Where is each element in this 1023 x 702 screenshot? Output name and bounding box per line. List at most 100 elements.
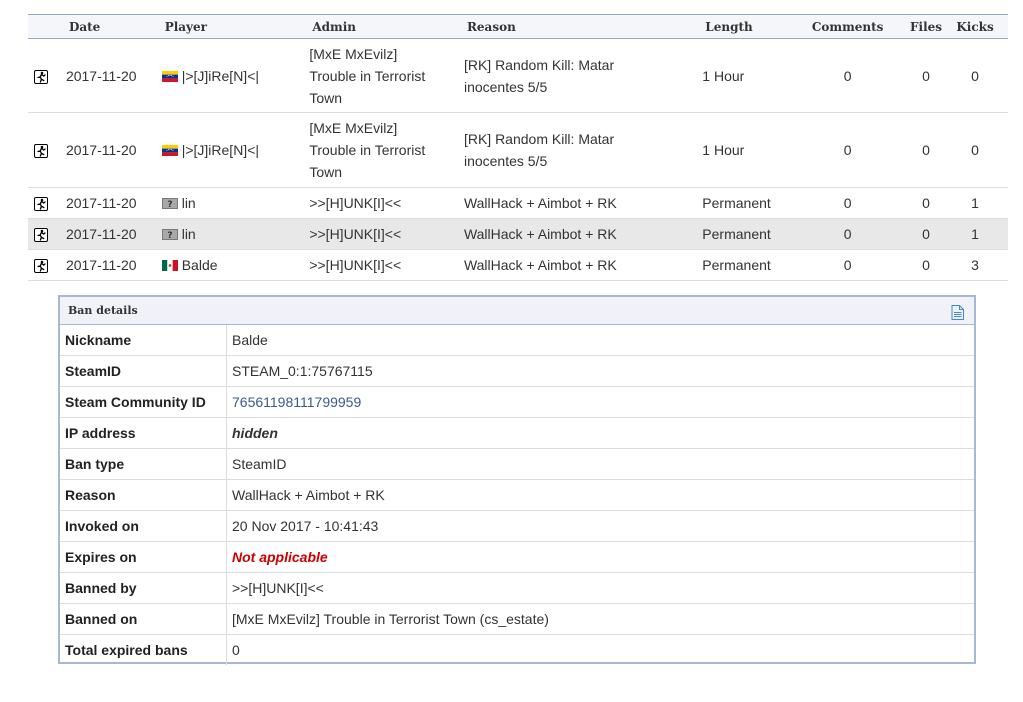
ban-date: 2017-11-20 bbox=[62, 218, 162, 250]
player-cell: Balde bbox=[161, 249, 310, 281]
detail-row-reason: Reason WallHack + Aimbot + RK bbox=[60, 479, 974, 511]
player-name: lin bbox=[181, 195, 196, 211]
detail-row-banned-by: Banned by >>[H]UNK[I]<< bbox=[60, 572, 974, 604]
detail-label: SteamID bbox=[60, 355, 227, 387]
ban-row[interactable]: 2017-11-20? lin >>[H]UNK[I]<< WallHack + Ai… bbox=[28, 218, 1008, 250]
admin: [MxE MxEvilz] Trouble in Terrorist Town bbox=[309, 38, 464, 113]
detail-label: Banned on bbox=[60, 603, 227, 635]
reason: [RK] Random Kill: Matar inocentes 5/5 bbox=[463, 112, 694, 188]
country-flag-icon bbox=[161, 66, 178, 82]
detail-value-expires: Not applicable bbox=[232, 549, 328, 565]
admin: >>[H]UNK[I]<< bbox=[309, 218, 464, 250]
steam-community-link[interactable]: 76561198111799959 bbox=[232, 394, 361, 410]
ban-length: Permanent bbox=[693, 187, 786, 219]
detail-value-expired-bans: 0 bbox=[232, 642, 240, 658]
ban-length: 1 Hour bbox=[693, 112, 786, 188]
admin-line: Town bbox=[309, 89, 343, 106]
ban-row[interactable]: 2017-11-20? lin >>[H]UNK[I]<< WallHack + Ai… bbox=[28, 187, 1008, 219]
detail-value-steamid: STEAM_0:1:75767115 bbox=[226, 355, 974, 387]
comments-count: 0 bbox=[785, 38, 911, 113]
detail-label: IP address bbox=[60, 417, 227, 449]
files-count: 0 bbox=[910, 112, 943, 188]
col-icon-header bbox=[28, 14, 63, 39]
player-name: |>[J]iRe[N]<| bbox=[181, 67, 260, 84]
detail-label: Total expired bans bbox=[60, 634, 227, 665]
player-name: lin bbox=[181, 226, 196, 242]
kicks-count: 0 bbox=[942, 38, 1008, 113]
kicks-count: 1 bbox=[942, 218, 1008, 250]
admin: [MxE MxEvilz] Trouble in Terrorist Town bbox=[309, 112, 464, 188]
detail-label: Nickname bbox=[60, 325, 227, 356]
col-reason-header[interactable]: Reason bbox=[463, 14, 694, 39]
detail-label: Reason bbox=[60, 479, 227, 511]
admin-line: Town bbox=[309, 164, 343, 180]
ban-row[interactable]: 2017-11-20 |>[J]iRe[N]<| [MxE MxEvilz] Trou… bbox=[28, 112, 1008, 188]
detail-row-ip: IP address hidden bbox=[60, 417, 974, 449]
ban-date: 2017-11-20 bbox=[62, 38, 162, 113]
bans-table: Date Player Admin Reason Length Comments… bbox=[28, 14, 1008, 281]
col-date-header[interactable]: Date bbox=[62, 14, 162, 39]
reason-line: WallHack + Aimbot + RK bbox=[463, 226, 617, 242]
game-mod-icon bbox=[34, 144, 48, 159]
detail-value-reason: WallHack + Aimbot + RK bbox=[226, 479, 974, 511]
player-cell: |>[J]iRe[N]<| bbox=[161, 112, 310, 188]
game-mod-icon bbox=[34, 69, 48, 84]
reason-line: [RK] Random Kill: Matar bbox=[463, 56, 615, 73]
ban-length: Permanent bbox=[693, 249, 786, 281]
ban-date: 2017-11-20 bbox=[62, 112, 162, 188]
svg-text:?: ? bbox=[167, 200, 172, 209]
col-length-header[interactable]: Length bbox=[693, 14, 786, 39]
country-flag-icon bbox=[161, 140, 178, 156]
ban-row[interactable]: 2017-11-20 |>[J]iRe[N]<| [MxE MxEvilz] Trou… bbox=[28, 38, 1008, 113]
files-count: 0 bbox=[910, 249, 943, 281]
game-icon-cell bbox=[28, 38, 63, 113]
col-files-header[interactable]: Files bbox=[910, 14, 943, 39]
comments-count: 0 bbox=[785, 249, 911, 281]
detail-value-nickname: Balde bbox=[226, 325, 974, 356]
ban-details-table: Nickname Balde SteamID STEAM_0:1:75767115 … bbox=[60, 325, 974, 665]
col-kicks-header[interactable]: Kicks bbox=[942, 14, 1008, 39]
reason: WallHack + Aimbot + RK bbox=[463, 187, 694, 219]
admin: >>[H]UNK[I]<< bbox=[309, 249, 464, 281]
svg-text:?: ? bbox=[167, 231, 172, 240]
detail-label: Banned by bbox=[60, 572, 227, 604]
detail-row-community-id: Steam Community ID 76561198111799959 bbox=[60, 386, 974, 418]
kicks-count: 1 bbox=[942, 187, 1008, 219]
detail-row-nickname: Nickname Balde bbox=[60, 325, 974, 356]
game-icon-cell bbox=[28, 218, 63, 250]
table-header-row: Date Player Admin Reason Length Comments… bbox=[28, 14, 1008, 39]
player-cell: |>[J]iRe[N]<| bbox=[161, 38, 310, 113]
ban-date: 2017-11-20 bbox=[62, 249, 162, 281]
country-flag-icon: ? bbox=[161, 224, 178, 241]
detail-row-steamid: SteamID STEAM_0:1:75767115 bbox=[60, 355, 974, 387]
detail-row-banned-on: Banned on [MxE MxEvilz] Trouble in Terror… bbox=[60, 603, 974, 635]
ban-details-title: Ban details bbox=[68, 304, 138, 317]
comments-count: 0 bbox=[785, 112, 911, 188]
player-cell: ? lin bbox=[161, 218, 310, 250]
document-icon[interactable] bbox=[951, 303, 964, 330]
detail-label: Invoked on bbox=[60, 510, 227, 542]
admin-line: >>[H]UNK[I]<< bbox=[309, 195, 402, 211]
detail-row-expires: Expires on Not applicable bbox=[60, 541, 974, 573]
reason: WallHack + Aimbot + RK bbox=[463, 218, 694, 250]
col-comments-header[interactable]: Comments bbox=[785, 14, 911, 39]
reason-line: WallHack + Aimbot + RK bbox=[463, 257, 617, 273]
files-count: 0 bbox=[910, 38, 943, 113]
game-icon-cell bbox=[28, 187, 63, 219]
col-admin-header[interactable]: Admin bbox=[309, 14, 464, 39]
detail-value-banned-by: >>[H]UNK[I]<< bbox=[226, 572, 974, 604]
ban-length: 1 Hour bbox=[693, 38, 786, 113]
reason-line: [RK] Random Kill: Matar bbox=[463, 131, 615, 147]
col-player-header[interactable]: Player bbox=[161, 14, 310, 39]
detail-value-invoked: 20 Nov 2017 - 10:41:43 bbox=[226, 510, 974, 542]
reason: WallHack + Aimbot + RK bbox=[463, 249, 694, 281]
admin: >>[H]UNK[I]<< bbox=[309, 187, 464, 219]
reason-line: inocentes 5/5 bbox=[463, 153, 548, 169]
admin-line: >>[H]UNK[I]<< bbox=[309, 226, 402, 242]
ban-row[interactable]: 2017-11-20 Balde >>[H]UNK[I]<< WallHack + A… bbox=[28, 249, 1008, 281]
country-flag-icon bbox=[161, 255, 178, 271]
player-name: Balde bbox=[181, 257, 218, 273]
comments-count: 0 bbox=[785, 218, 911, 250]
detail-row-invoked: Invoked on 20 Nov 2017 - 10:41:43 bbox=[60, 510, 974, 542]
admin-line: >>[H]UNK[I]<< bbox=[309, 257, 402, 273]
